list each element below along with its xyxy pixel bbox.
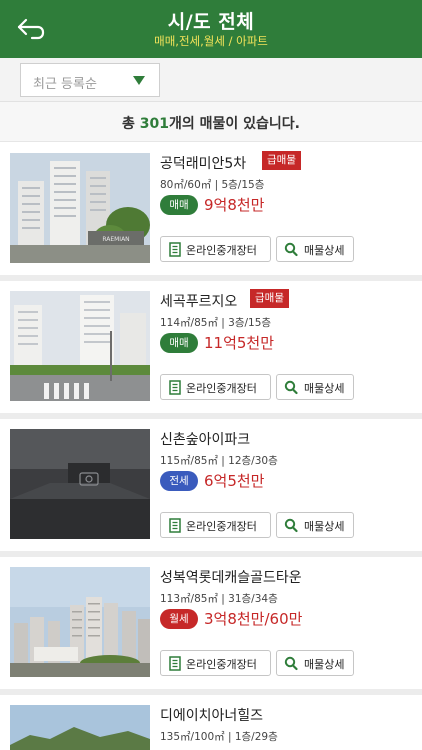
listing-spec: 115㎡/85㎡ | 12층/30층: [160, 455, 278, 467]
listing-photo[interactable]: RAEMIAN: [10, 153, 150, 263]
result-count-bar: 총 301개의 매물이 있습니다.: [0, 102, 422, 142]
sort-dropdown[interactable]: 최근 등록순: [20, 63, 160, 97]
listing-detail-label: 매물상세: [304, 244, 345, 257]
building-icon: [169, 656, 181, 671]
listing-name[interactable]: 성복역롯데캐슬골드타운: [160, 567, 302, 587]
result-count-prefix: 총: [122, 116, 140, 132]
listing-photo[interactable]: [10, 429, 150, 539]
dropdown-triangle-icon: [133, 76, 145, 85]
result-count-number: 301: [139, 116, 169, 132]
listing-spec: 114㎡/85㎡ | 3층/15층: [160, 317, 272, 329]
listing-item[interactable]: 디에이치아너힐즈 135㎡/100㎡ | 1층/29층: [0, 695, 422, 750]
search-icon: [284, 380, 298, 395]
apartment-photo-image: [10, 567, 150, 677]
listing-item[interactable]: RAEMIAN 공덕래미안5차 급매물 80㎡/60㎡ | 5층/15층 매매 …: [0, 143, 422, 281]
page-title: 시/도 전체: [167, 11, 255, 33]
landscape-photo-image: [10, 705, 150, 750]
listing-price: 11억5천만: [204, 334, 275, 352]
search-icon: [284, 242, 298, 257]
deal-type-badge: 전세: [160, 471, 198, 491]
sort-selected-label: 최근 등록순: [33, 77, 97, 92]
online-broker-label: 온라인중개장터: [186, 244, 257, 257]
deal-type-badge: 월세: [160, 609, 198, 629]
listing-price: 9억8천만: [204, 196, 265, 214]
photo-sign-text: RAEMIAN: [102, 236, 129, 243]
filter-bar: 최근 등록순: [0, 58, 422, 102]
deal-type-badge: 매매: [160, 195, 198, 215]
urgent-badge: 급매물: [250, 289, 289, 308]
result-count-suffix: 개의 매물이 있습니다.: [169, 116, 300, 132]
building-icon: [169, 380, 181, 395]
search-icon: [284, 518, 298, 533]
online-broker-label: 온라인중개장터: [186, 658, 257, 671]
listing-spec: 113㎡/85㎡ | 31층/34층: [160, 593, 278, 605]
deal-type-badge: 매매: [160, 333, 198, 353]
listing-item[interactable]: 세곡푸르지오 급매물 114㎡/85㎡ | 3층/15층 매매 11억5천만 온…: [0, 281, 422, 419]
listing-price: 6억5천만: [204, 472, 265, 490]
listing-detail-button[interactable]: 매물상세: [276, 236, 354, 262]
listing-detail-label: 매물상세: [304, 382, 345, 395]
online-broker-button[interactable]: 온라인중개장터: [160, 236, 271, 262]
listing-detail-button[interactable]: 매물상세: [276, 512, 354, 538]
listing-name[interactable]: 신촌숲아이파크: [160, 429, 250, 449]
listing-detail-button[interactable]: 매물상세: [276, 650, 354, 676]
online-broker-button[interactable]: 온라인중개장터: [160, 374, 271, 400]
search-icon: [284, 656, 298, 671]
building-icon: [169, 518, 181, 533]
apartment-photo-image: [10, 291, 150, 401]
listing-detail-label: 매물상세: [304, 658, 345, 671]
listing-item[interactable]: 신촌숲아이파크 115㎡/85㎡ | 12층/30층 전세 6억5천만 온라인중…: [0, 419, 422, 557]
listing-item[interactable]: 성복역롯데캐슬골드타운 113㎡/85㎡ | 31층/34층 월세 3억8천만/…: [0, 557, 422, 695]
building-icon: [169, 242, 181, 257]
listing-name[interactable]: 세곡푸르지오: [160, 291, 237, 311]
page-subtitle: 매매,전세,월세 / 아파트: [154, 34, 268, 48]
listing-detail-label: 매물상세: [304, 520, 345, 533]
online-broker-label: 온라인중개장터: [186, 382, 257, 395]
online-broker-button[interactable]: 온라인중개장터: [160, 650, 271, 676]
interior-photo-image: [10, 429, 150, 539]
online-broker-button[interactable]: 온라인중개장터: [160, 512, 271, 538]
urgent-badge: 급매물: [262, 151, 301, 170]
listing-photo[interactable]: [10, 291, 150, 401]
listing-photo[interactable]: [10, 705, 150, 750]
online-broker-label: 온라인중개장터: [186, 520, 257, 533]
listing-price: 3억8천만/60만: [204, 610, 303, 628]
listing-name[interactable]: 디에이치아너힐즈: [160, 705, 263, 725]
apartment-photo-image: RAEMIAN: [10, 153, 150, 263]
listing-spec: 135㎡/100㎡ | 1층/29층: [160, 731, 278, 743]
listing-name[interactable]: 공덕래미안5차: [160, 153, 246, 173]
listing-spec: 80㎡/60㎡ | 5층/15층: [160, 179, 265, 191]
listing-detail-button[interactable]: 매물상세: [276, 374, 354, 400]
listing-photo[interactable]: [10, 567, 150, 677]
top-header: 시/도 전체 매매,전세,월세 / 아파트: [0, 0, 422, 58]
